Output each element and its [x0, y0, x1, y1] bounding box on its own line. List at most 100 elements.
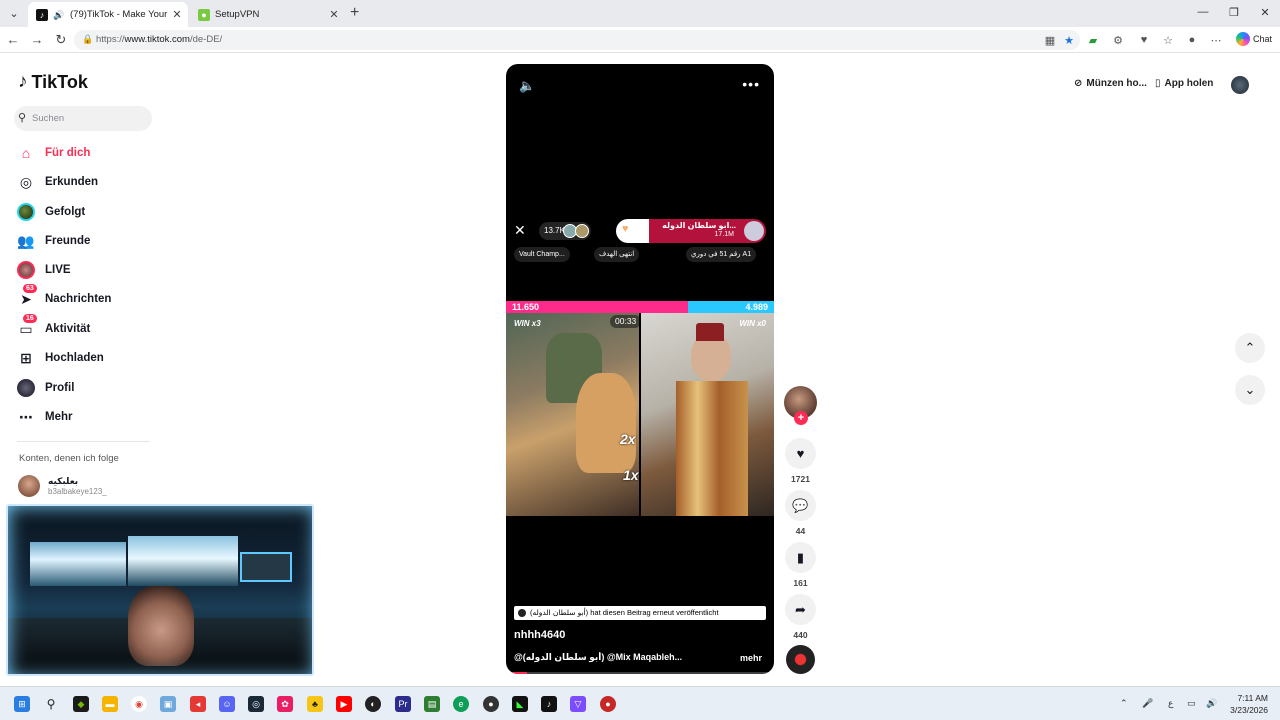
video-progress-fill — [506, 672, 528, 674]
profile-icon[interactable]: ● — [1184, 34, 1200, 46]
premiere-icon[interactable]: Pr — [395, 696, 411, 712]
windows-taskbar: ⊞ ⚲ ◆ ▬ ◉ ▣ ◂ ☺ ◎ ✿ ♣ ▶ ◐ Pr ▤ e ● ◣ ♪ ▽… — [0, 686, 1280, 720]
address-bar[interactable]: https://www.tiktok.com/de-DE/ — [74, 30, 1080, 50]
search-input[interactable]: ⚲ Suchen — [14, 106, 152, 131]
tray-overflow-chevron-icon[interactable]: ⌃ — [1120, 698, 1128, 709]
input-language[interactable]: ع — [1168, 698, 1173, 709]
description-more-link[interactable]: mehr — [740, 653, 762, 663]
sidebar-item-live[interactable]: LIVE — [17, 259, 71, 281]
following-account-item[interactable]: بعلبكيه b3albakeye123_ — [18, 475, 107, 497]
get-coins-button[interactable]: ⊘ Münzen ho... — [1074, 78, 1147, 89]
settings-more-icon[interactable]: ⋯ — [1208, 34, 1224, 47]
sidebar-item-label: Freunde — [45, 235, 91, 247]
sidebar-item-aktivitaet[interactable]: ▭ 16 Aktivität — [17, 314, 90, 340]
close-tab-icon[interactable]: ✕ — [170, 8, 184, 21]
streamer-face — [128, 586, 194, 666]
photos-icon[interactable]: ▣ — [160, 696, 176, 712]
previous-video-chevron-up-icon[interactable]: ⌃ — [1235, 333, 1265, 363]
copilot-icon — [1236, 32, 1250, 46]
video-author[interactable]: nhhh4640 — [514, 629, 565, 641]
favorites-icon[interactable]: ☆ — [1160, 34, 1176, 47]
sidebar-item-freunde[interactable]: 👥 Freunde — [17, 230, 90, 252]
chrome-icon[interactable]: ◉ — [131, 696, 147, 712]
search-icon[interactable]: ⚲ — [43, 696, 59, 712]
edge-icon[interactable]: e — [453, 696, 469, 712]
friends-icon: 👥 — [17, 232, 35, 249]
obs-icon[interactable]: ● — [483, 696, 499, 712]
close-window-icon[interactable]: ✕ — [1250, 6, 1280, 19]
app-icon[interactable]: ◣ — [512, 696, 528, 712]
share-arrow-icon: ➦ — [795, 601, 806, 617]
copilot-chat-button[interactable]: Chat — [1236, 32, 1272, 46]
close-live-icon[interactable]: ✕ — [514, 222, 526, 239]
app-label: App holen — [1164, 78, 1214, 89]
sidebar-item-mehr[interactable]: ⋯ Mehr — [17, 406, 72, 428]
extension-badge-icon[interactable]: ▰ — [1085, 34, 1101, 47]
video-player[interactable]: 🔈 ••• ✕ 13.7K ♥ ابو سلطان الدوله... 17.1… — [506, 64, 774, 674]
close-tab-icon[interactable]: ✕ — [327, 8, 341, 21]
save-button[interactable]: ▮ — [785, 542, 816, 573]
browser-essentials-icon[interactable]: ♥ — [1136, 34, 1152, 46]
next-video-chevron-down-icon[interactable]: ⌄ — [1235, 375, 1265, 405]
volume-icon[interactable]: 🔊 — [1206, 698, 1217, 709]
minimize-icon[interactable]: — — [1188, 6, 1218, 18]
youtube-icon[interactable]: ▶ — [336, 696, 352, 712]
background-monitor — [128, 536, 238, 586]
app-icon[interactable]: ● — [600, 696, 616, 712]
app-icon[interactable]: ◂ — [190, 696, 206, 712]
app-icon[interactable]: ▤ — [424, 696, 440, 712]
restore-icon[interactable]: ❐ — [1219, 6, 1249, 19]
tiktok-taskbar-icon[interactable]: ♪ — [541, 696, 557, 712]
sidebar-item-label: Mehr — [45, 411, 73, 423]
live-avatar-icon — [17, 261, 35, 279]
coin-icon: ⊘ — [1074, 78, 1083, 89]
repost-notice: (أبو سلطان الدوله) hat diesen Beitrag er… — [514, 606, 766, 620]
microphone-icon[interactable]: 🎤 — [1142, 698, 1153, 709]
tab-setupvpn[interactable]: ● SetupVPN ✕ — [190, 2, 345, 27]
live-viewer-count: 13.7K — [539, 222, 591, 240]
follow-plus-icon[interactable]: + — [794, 411, 808, 425]
sidebar-item-gefolgt[interactable]: Gefolgt — [17, 201, 85, 223]
url-host: www.tiktok.com — [124, 34, 190, 45]
app-icon[interactable]: ♣ — [307, 696, 323, 712]
chat-label: Chat — [1253, 34, 1273, 44]
tiktok-logo[interactable]: ♪ TikTok — [18, 71, 88, 93]
app-icon[interactable]: ◐ — [365, 696, 381, 712]
discord-icon[interactable]: ☺ — [219, 696, 235, 712]
windows-start-icon[interactable]: ⊞ — [14, 696, 30, 712]
tab-tiktok[interactable]: ♪ 🔊 (79)TikTok - Make Your Day ✕ — [28, 2, 188, 27]
forward-icon[interactable]: → — [29, 32, 45, 47]
comment-button[interactable]: 💬 — [785, 490, 816, 521]
favorite-star-icon[interactable]: ★ — [1061, 34, 1077, 47]
tab-actions-menu-icon[interactable]: ⌄ — [4, 4, 24, 24]
sidebar-item-fuer-dich[interactable]: ⌂ Für dich — [17, 142, 91, 164]
app-icon[interactable]: ▽ — [570, 696, 586, 712]
site-info-icon[interactable]: 🔒 — [82, 34, 93, 45]
new-tab-button[interactable]: + — [350, 4, 359, 22]
system-clock[interactable]: 7:11 AM 3/23/2026 — [1226, 692, 1268, 716]
get-app-button[interactable]: ▯ App holen — [1155, 78, 1213, 89]
app-icon[interactable]: ✿ — [277, 696, 293, 712]
host-name: ابو سلطان الدوله... — [662, 221, 736, 230]
tab-layout-icon[interactable]: ▦ — [1042, 34, 1058, 47]
file-explorer-icon[interactable]: ▬ — [102, 696, 118, 712]
extensions-icon[interactable]: ⚙ — [1110, 34, 1126, 47]
share-button[interactable]: ➦ — [785, 594, 816, 625]
sidebar-item-erkunden[interactable]: ◎ Erkunden — [17, 171, 98, 193]
live-host-pill[interactable]: ♥ ابو سلطان الدوله... 17.1M — [616, 219, 766, 243]
user-avatar[interactable] — [1231, 76, 1249, 94]
speaker-icon[interactable]: 🔊 — [53, 9, 65, 21]
more-options-icon[interactable]: ••• — [742, 76, 760, 92]
sidebar-item-profil[interactable]: Profil — [17, 377, 74, 399]
network-icon[interactable]: ▭ — [1187, 698, 1196, 709]
sidebar-item-hochladen[interactable]: ⊞ Hochladen — [17, 347, 104, 369]
sidebar-item-nachrichten[interactable]: ➤ 63 Nachrichten — [17, 284, 111, 310]
like-button[interactable]: ♥ — [785, 438, 816, 469]
steam-icon[interactable]: ◎ — [248, 696, 264, 712]
volume-icon[interactable]: 🔈 — [519, 78, 535, 94]
back-icon[interactable]: ← — [5, 32, 21, 47]
refresh-icon[interactable]: ↻ — [53, 32, 69, 48]
music-disc-icon[interactable] — [786, 645, 815, 674]
video-progress-bar[interactable] — [506, 672, 774, 674]
nvidia-icon[interactable]: ◆ — [73, 696, 89, 712]
